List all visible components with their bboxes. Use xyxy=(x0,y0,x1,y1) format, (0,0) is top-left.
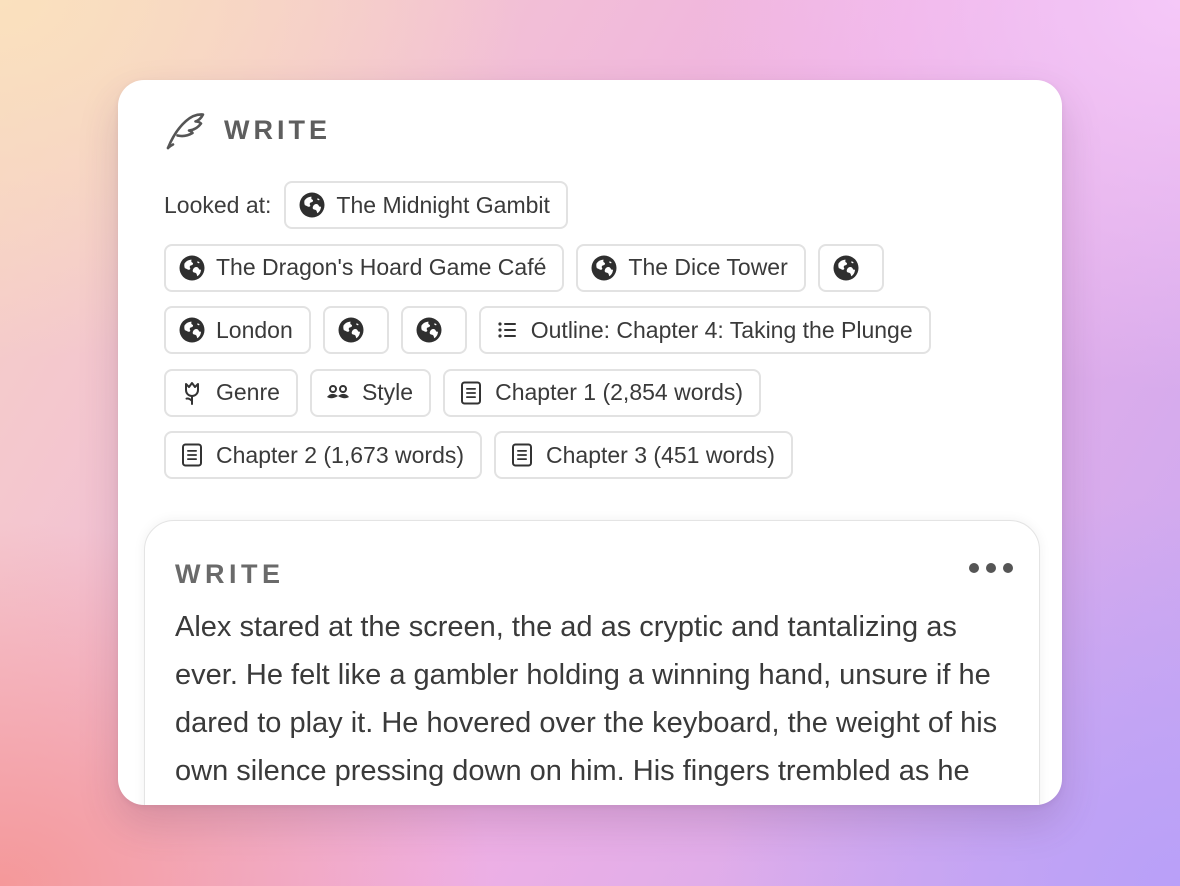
list-icon xyxy=(493,316,521,344)
source-chip-midnight-gambit[interactable]: The Midnight Gambit xyxy=(284,181,568,229)
globe-icon xyxy=(298,191,326,219)
looked-at-label: Looked at: xyxy=(164,191,272,218)
source-chip-web[interactable] xyxy=(817,243,884,292)
mustache-icon xyxy=(324,379,352,407)
header: WRITE xyxy=(164,108,331,152)
globe-icon xyxy=(832,254,860,282)
source-chip-genre[interactable]: Genre xyxy=(164,368,298,417)
source-chip-chapter-2[interactable]: Chapter 2 (1,673 words) xyxy=(164,431,483,479)
source-chip-chapter-1[interactable]: Chapter 1 (2,854 words) xyxy=(443,368,762,417)
tulip-icon xyxy=(178,379,206,407)
source-chip-outline[interactable]: Outline: Chapter 4: Taking the Plunge xyxy=(478,306,931,354)
source-chip-label: Chapter 1 (2,854 words) xyxy=(495,379,744,405)
source-chip-style[interactable]: Style xyxy=(309,368,432,417)
source-chip-label: Chapter 3 (451 words) xyxy=(546,441,775,468)
globe-icon xyxy=(590,254,618,282)
write-card: WRITE Looked at: The Midnight Gambit The… xyxy=(118,80,1062,805)
document-icon xyxy=(457,379,485,407)
source-chip-label: The Dice Tower xyxy=(628,254,788,280)
source-chip-london[interactable]: London xyxy=(164,306,311,354)
globe-icon xyxy=(178,316,206,344)
globe-icon xyxy=(337,316,365,344)
sources-list: Looked at: The Midnight Gambit The Drago… xyxy=(164,180,1024,493)
feather-quill-icon xyxy=(166,113,205,150)
source-chip-label: The Midnight Gambit xyxy=(336,191,550,218)
generated-text: Alex stared at the screen, the ad as cry… xyxy=(175,611,998,805)
header-title: WRITE xyxy=(224,114,331,145)
globe-icon xyxy=(178,254,206,282)
source-chip-dragons-hoard[interactable]: The Dragon's Hoard Game Café xyxy=(164,243,565,292)
more-dots-icon[interactable] xyxy=(969,557,1013,579)
source-chip-label: The Dragon's Hoard Game Café xyxy=(216,254,547,280)
source-chip-web[interactable] xyxy=(322,306,389,354)
source-chip-label: Outline: Chapter 4: Taking the Plunge xyxy=(530,316,913,343)
source-chip-chapter-3[interactable]: Chapter 3 (451 words) xyxy=(494,431,793,479)
source-chip-web[interactable] xyxy=(400,306,467,354)
source-chip-dice-tower[interactable]: The Dice Tower xyxy=(576,243,806,292)
source-chip-label: London xyxy=(216,316,293,343)
document-icon xyxy=(178,441,206,469)
source-chip-label: Style xyxy=(361,379,414,405)
globe-icon xyxy=(415,316,443,344)
output-panel: WRITE Alex stared at the screen, the ad … xyxy=(144,520,1040,805)
output-title: WRITE xyxy=(175,559,285,589)
source-chip-label: Chapter 2 (1,673 words) xyxy=(216,441,465,468)
document-icon xyxy=(508,441,536,469)
source-chip-label: Genre xyxy=(216,379,280,405)
